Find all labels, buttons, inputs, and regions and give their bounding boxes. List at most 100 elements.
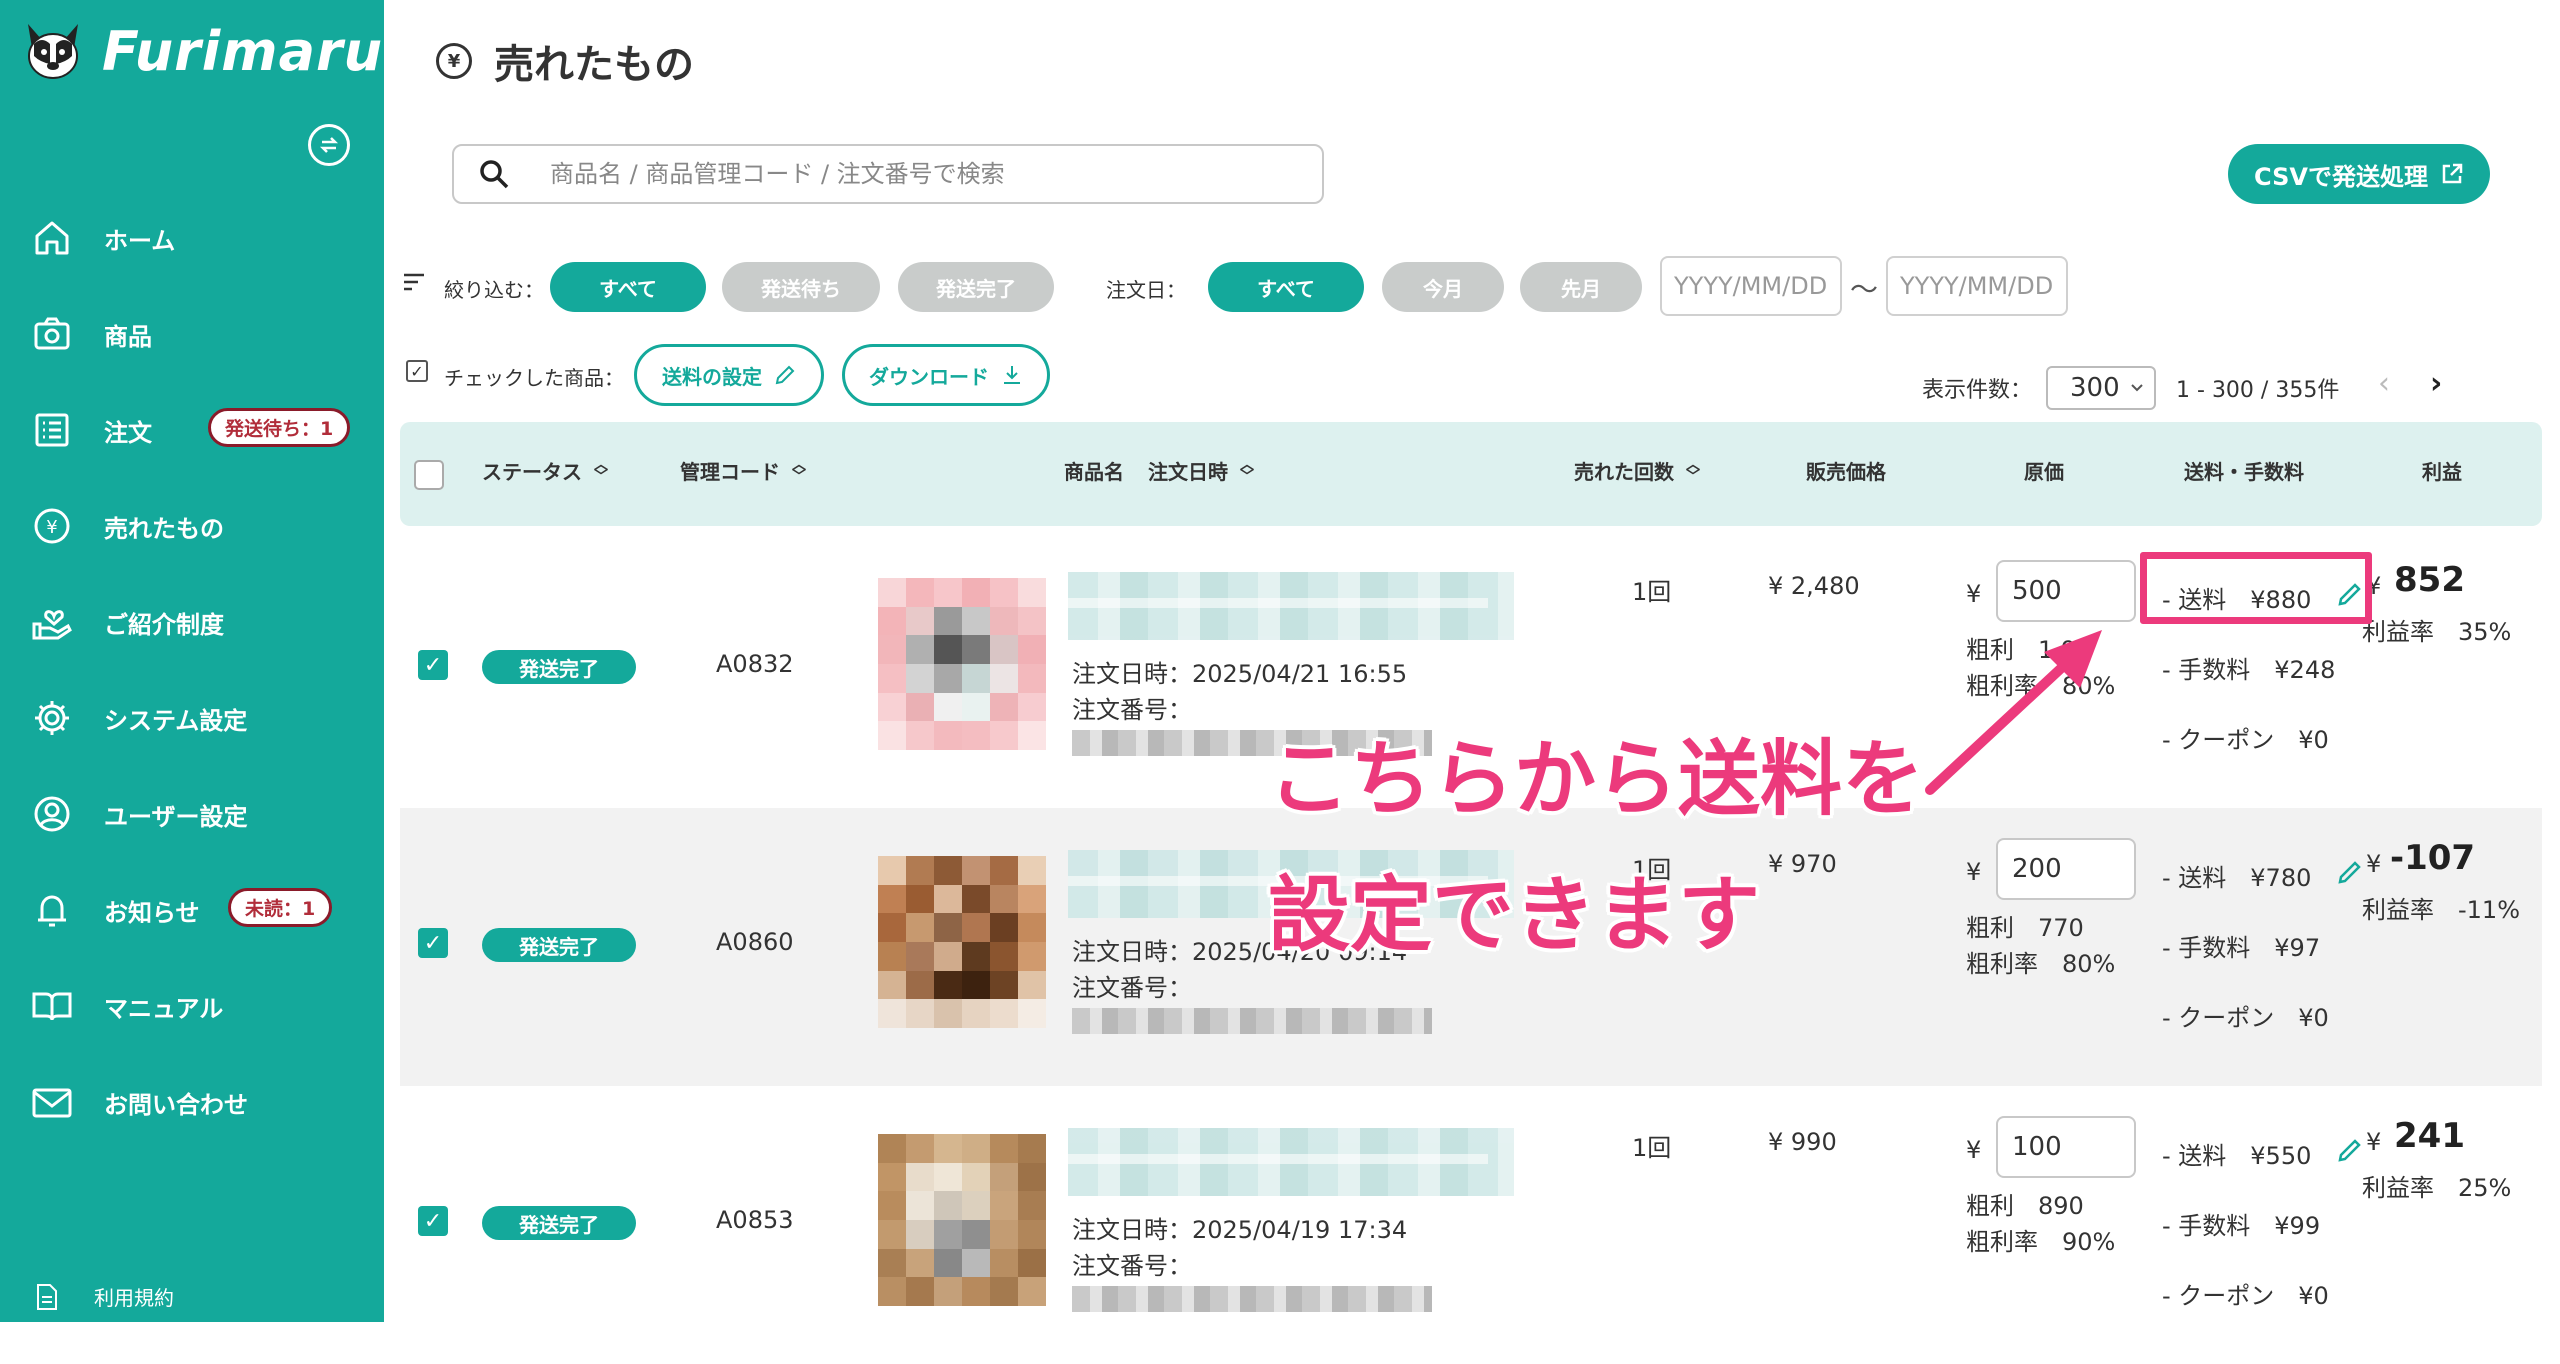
camera-icon — [28, 310, 76, 358]
per-page-value: 300 — [2070, 373, 2120, 403]
download-label: ダウンロード — [869, 364, 989, 389]
status-badge: 発送完了 — [482, 650, 636, 684]
sidebar-item-label: マニュアル — [104, 994, 224, 1023]
header-profit: 利益 — [2422, 456, 2462, 485]
product-name-blurred[interactable] — [1068, 1128, 1514, 1196]
csv-shipping-button[interactable]: CSVで発送処理 — [2228, 144, 2490, 204]
sidebar-item-referral[interactable]: ご紹介制度 — [28, 592, 368, 652]
sidebar-item-home[interactable]: ホーム — [28, 208, 368, 268]
page-title: ¥ 売れたもの — [436, 32, 694, 90]
shipping-fee: - 送料 ¥780 — [2162, 864, 2312, 892]
header-fees-label: 送料・手数料 — [2184, 460, 2304, 484]
brand-name: Furimaru? — [102, 19, 416, 83]
search-input[interactable] — [550, 160, 1310, 188]
sidebar-item-label: 注文 — [104, 418, 152, 447]
status-filter-shipped[interactable]: 発送完了 — [898, 262, 1054, 312]
brand-logo[interactable]: Furimaru? — [20, 18, 415, 84]
order-number-label: 注文番号： — [1072, 974, 1192, 1002]
profit-rate: 利益率 35% — [2362, 618, 2512, 646]
row-checkbox[interactable]: ✓ — [418, 650, 448, 680]
profit-value: 241 — [2394, 1116, 2465, 1156]
svg-text:¥: ¥ — [46, 517, 57, 538]
callout-arrow-icon — [1925, 630, 2102, 795]
sidebar-item-sold[interactable]: ¥ 売れたもの — [28, 496, 368, 556]
status-badge: 発送完了 — [482, 1206, 636, 1240]
header-order-date[interactable]: 注文日時 ︿ ﹀ — [1148, 456, 1254, 485]
sidebar-item-contact[interactable]: お問い合わせ — [28, 1072, 368, 1132]
edit-shipping-pencil-icon[interactable] — [2336, 858, 2364, 886]
product-thumbnail[interactable] — [878, 1134, 1046, 1306]
sidebar-item-products[interactable]: 商品 — [28, 304, 368, 364]
status-badge: 発送完了 — [482, 928, 636, 962]
download-button[interactable]: ダウンロード — [842, 344, 1050, 406]
row-checkbox[interactable]: ✓ — [418, 1206, 448, 1236]
sort-icon: ︿ ﹀ — [792, 456, 806, 485]
yen-circle-icon: ¥ — [28, 502, 76, 550]
sidebar-item-user-settings[interactable]: ユーザー設定 — [28, 784, 368, 844]
sidebar-item-notifications[interactable]: お知らせ 未読：1 — [28, 880, 368, 940]
gross-profit-rate: 粗利率 90% — [1966, 1228, 2116, 1256]
product-thumbnail[interactable] — [878, 578, 1046, 750]
edit-shipping-pencil-icon[interactable] — [2336, 1136, 2364, 1164]
date-filter-this-month[interactable]: 今月 — [1382, 262, 1504, 312]
date-filter-last-month[interactable]: 先月 — [1520, 262, 1642, 312]
header-status[interactable]: ステータス ︿ ﹀ — [482, 456, 608, 485]
select-all-checkbox[interactable] — [414, 460, 444, 490]
home-icon — [28, 214, 76, 262]
table-row[interactable]: ✓ 発送完了 A0853 注文日時：2025/04/19 17:34 注文番号：… — [400, 1086, 2542, 1364]
gear-icon — [28, 694, 76, 742]
header-name: 商品名 — [1064, 456, 1124, 485]
gross-profit: 粗利 770 — [1966, 914, 2084, 942]
yen-circle-icon: ¥ — [436, 43, 472, 79]
set-shipping-button[interactable]: 送料の設定 — [634, 344, 824, 406]
row-checkbox[interactable]: ✓ — [418, 928, 448, 958]
header-price: 販売価格 — [1806, 456, 1886, 485]
chevron-right-icon[interactable]: › — [2430, 366, 2442, 401]
set-shipping-label: 送料の設定 — [662, 364, 762, 389]
book-icon — [28, 982, 76, 1030]
sidebar-item-orders[interactable]: 注文 発送待ち：1 — [28, 400, 368, 460]
header-sold-count[interactable]: 売れた回数 ︿ ﹀ — [1574, 456, 1700, 485]
sidebar-item-manual[interactable]: マニュアル — [28, 976, 368, 1036]
profit-value: 852 — [2394, 560, 2465, 600]
order-number-label: 注文番号： — [1072, 696, 1192, 724]
header-code[interactable]: 管理コード ︿ ﹀ — [680, 456, 806, 485]
date-to-input[interactable]: YYYY/MM/DD — [1886, 256, 2068, 316]
header-profit-label: 利益 — [2422, 460, 2462, 484]
sidebar-item-system-settings[interactable]: システム設定 — [28, 688, 368, 748]
sidebar-item-label: 売れたもの — [104, 514, 224, 543]
product-code: A0853 — [716, 1206, 794, 1234]
per-page-select[interactable]: 300 — [2046, 366, 2157, 410]
header-name-label: 商品名 — [1064, 460, 1124, 484]
order-number-blurred — [1072, 1008, 1432, 1034]
date-from-input[interactable]: YYYY/MM/DD — [1660, 256, 1842, 316]
product-name-blurred[interactable] — [1068, 572, 1514, 640]
cost-currency: ¥ — [1966, 1136, 1982, 1164]
sidebar-toggle-button[interactable] — [308, 124, 350, 166]
download-icon — [1004, 366, 1020, 384]
search-bar[interactable] — [452, 144, 1324, 204]
header-order-date-label: 注文日時 — [1148, 460, 1228, 484]
header-price-label: 販売価格 — [1806, 460, 1886, 484]
status-filter-pending[interactable]: 発送待ち — [722, 262, 880, 312]
cost-input[interactable]: 200 — [1996, 838, 2136, 900]
per-page-label: 表示件数： — [1922, 378, 2033, 403]
terms-link[interactable]: 利用規約 — [36, 1282, 174, 1311]
sold-count: 1回 — [1632, 1134, 1672, 1162]
product-thumbnail[interactable] — [878, 856, 1046, 1028]
result-range: 1 - 300 / 355件 — [2176, 378, 2340, 403]
cost-input[interactable]: 100 — [1996, 1116, 2136, 1178]
sidebar-item-label: ユーザー設定 — [104, 802, 248, 831]
pending-shipment-badge: 発送待ち：1 — [208, 408, 351, 447]
shipping-fee: - 送料 ¥550 — [2162, 1142, 2312, 1170]
swap-arrows-icon — [319, 137, 339, 153]
user-circle-icon — [28, 790, 76, 838]
status-filter-all[interactable]: すべて — [550, 262, 706, 312]
sort-icon: ︿ ﹀ — [1240, 456, 1254, 485]
header-code-label: 管理コード — [680, 460, 780, 484]
order-date: 注文日時：2025/04/21 16:55 — [1072, 660, 1408, 688]
page-title-text: 売れたもの — [494, 42, 694, 88]
date-filter-all[interactable]: すべて — [1208, 262, 1364, 312]
callout-text-line1: こちらから送料を — [1268, 732, 1925, 827]
chevron-left-icon[interactable]: ‹ — [2378, 366, 2390, 401]
